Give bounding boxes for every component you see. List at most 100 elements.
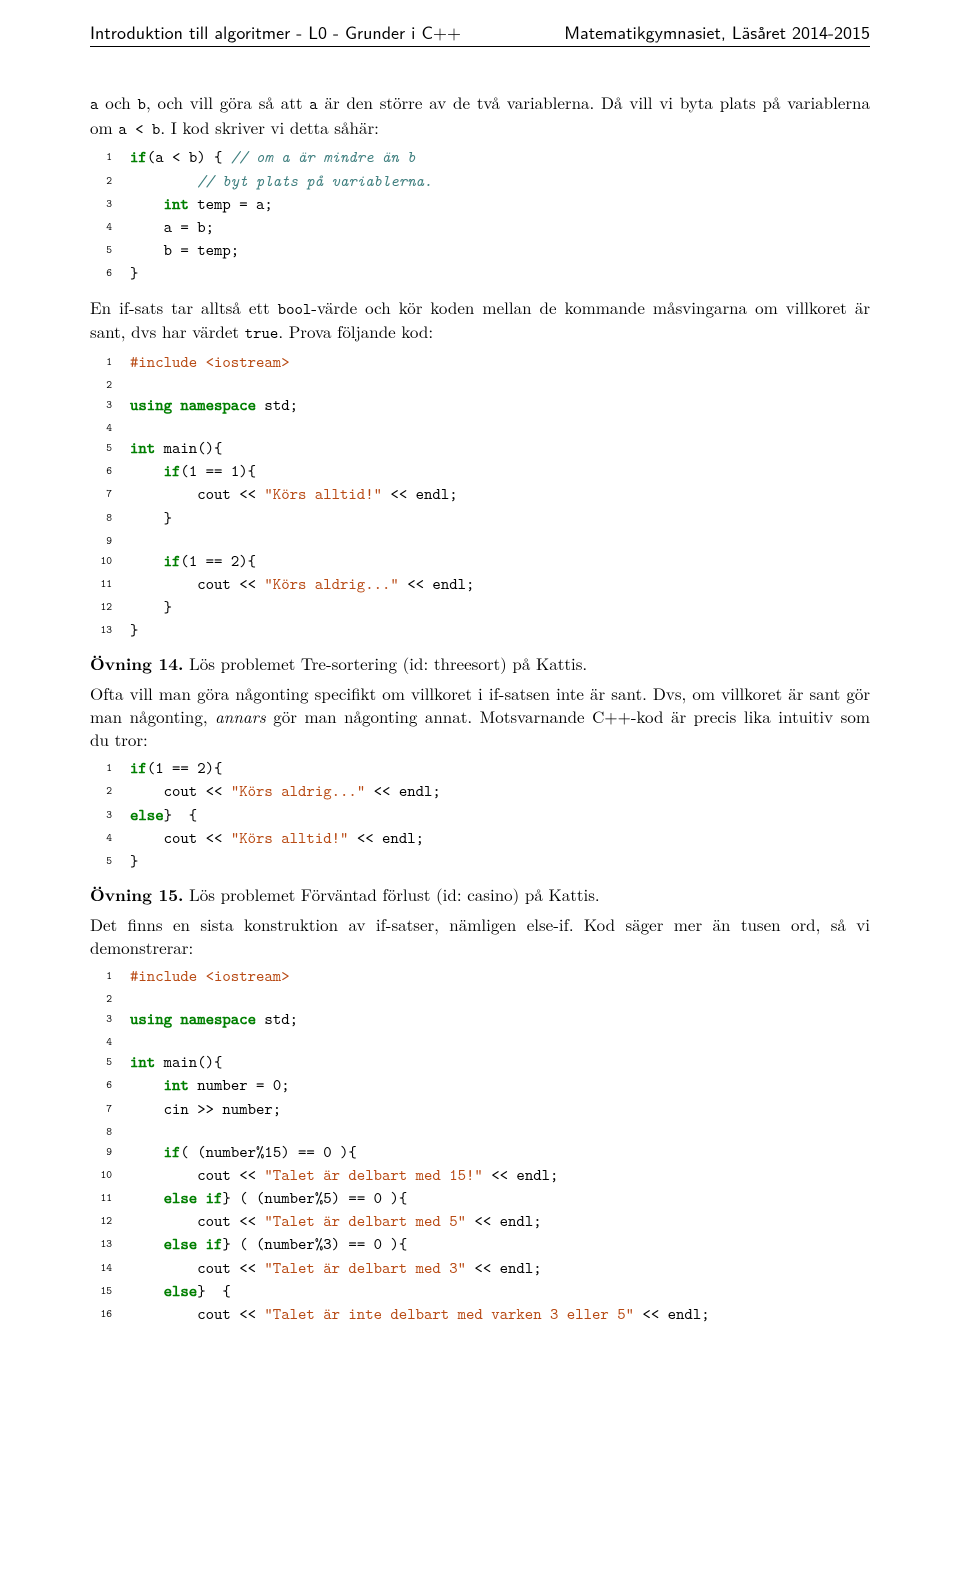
- code-line: 5int main(){: [90, 1051, 870, 1074]
- line-source: #include <iostream>: [130, 965, 870, 988]
- line-number: 2: [90, 780, 130, 803]
- line-number: 9: [90, 530, 130, 550]
- code-line: 8: [90, 1121, 870, 1141]
- line-source: int main(){: [130, 1051, 870, 1074]
- code-line: 3 int temp = a;: [90, 193, 870, 216]
- line-source: cout << "Talet är delbart med 5" << endl…: [130, 1210, 870, 1233]
- code-line: 4 cout << "Körs alltid!" << endl;: [90, 827, 870, 850]
- code-line: 7 cout << "Körs alltid!" << endl;: [90, 483, 870, 506]
- paragraph-else: Ofta vill man göra någonting specifikt o…: [90, 682, 870, 751]
- line-number: 6: [90, 262, 130, 285]
- line-source: }: [130, 507, 870, 530]
- line-number: 3: [90, 193, 130, 216]
- code-line: 6}: [90, 262, 870, 285]
- line-number: 3: [90, 394, 130, 417]
- line-number: 9: [90, 1141, 130, 1164]
- code-line: 9 if( (number%15) == 0 ){: [90, 1141, 870, 1164]
- line-source: int number = 0;: [130, 1074, 870, 1097]
- line-source: if(1 == 2){: [130, 550, 870, 573]
- line-number: 12: [90, 596, 130, 619]
- code-line: 4: [90, 1031, 870, 1051]
- emphasis-annars: annars: [215, 704, 266, 728]
- code-line: 3using namespace std;: [90, 394, 870, 417]
- line-source: cout << "Körs alltid!" << endl;: [130, 483, 870, 506]
- code-line: 4: [90, 417, 870, 437]
- code-line: 12 cout << "Talet är delbart med 5" << e…: [90, 1210, 870, 1233]
- header-left: Introduktion till algoritmer - L0 - Grun…: [90, 20, 461, 44]
- code-block-else: 1if(1 == 2){2 cout << "Körs aldrig..." <…: [90, 757, 870, 873]
- code-line: 1#include <iostream>: [90, 351, 870, 374]
- line-number: 12: [90, 1210, 130, 1233]
- line-source: [130, 374, 870, 394]
- code-line: 3using namespace std;: [90, 1008, 870, 1031]
- code-line: 2: [90, 988, 870, 1008]
- exercise-label: Övning 15.: [90, 883, 183, 907]
- code-line: 9: [90, 530, 870, 550]
- line-source: if(1 == 1){: [130, 460, 870, 483]
- line-source: cout << "Talet är delbart med 3" << endl…: [130, 1257, 870, 1280]
- line-number: 6: [90, 1074, 130, 1097]
- line-source: [130, 1031, 870, 1051]
- code-block-swap: 1if(a < b) { // om a är mindre än b2 // …: [90, 146, 870, 285]
- line-source: cout << "Körs aldrig..." << endl;: [130, 573, 870, 596]
- code-line: 2: [90, 374, 870, 394]
- line-source: cout << "Talet är delbart med 15!" << en…: [130, 1164, 870, 1187]
- code-line: 1if(1 == 2){: [90, 757, 870, 780]
- code-line: 6 if(1 == 1){: [90, 460, 870, 483]
- line-number: 16: [90, 1303, 130, 1326]
- line-number: 14: [90, 1257, 130, 1280]
- line-number: 13: [90, 619, 130, 642]
- line-source: else if} ( (number%3) == 0 ){: [130, 1233, 870, 1256]
- code-line: 5}: [90, 850, 870, 873]
- line-number: 4: [90, 216, 130, 239]
- page: Introduktion till algoritmer - L0 - Grun…: [0, 0, 960, 1376]
- code-block-elseif: 1#include <iostream>23using namespace st…: [90, 965, 870, 1326]
- line-source: else if} ( (number%5) == 0 ){: [130, 1187, 870, 1210]
- paragraph-elseif: Det finns en sista konstruktion av if-sa…: [90, 913, 870, 959]
- line-source: int main(){: [130, 437, 870, 460]
- line-number: 1: [90, 351, 130, 374]
- line-source: using namespace std;: [130, 1008, 870, 1031]
- line-source: if( (number%15) == 0 ){: [130, 1141, 870, 1164]
- code-line: 1if(a < b) { // om a är mindre än b: [90, 146, 870, 169]
- line-number: 5: [90, 850, 130, 873]
- exercise-15: Övning 15. Lös problemet Förväntad förlu…: [90, 883, 870, 907]
- line-number: 10: [90, 1164, 130, 1187]
- line-number: 1: [90, 146, 130, 169]
- code-line: 14 cout << "Talet är delbart med 3" << e…: [90, 1257, 870, 1280]
- line-number: 1: [90, 757, 130, 780]
- code-line: 13 else if} ( (number%3) == 0 ){: [90, 1233, 870, 1256]
- line-source: cout << "Talet är inte delbart med varke…: [130, 1303, 870, 1326]
- line-number: 3: [90, 804, 130, 827]
- line-number: 2: [90, 170, 130, 193]
- code-line: 10 cout << "Talet är delbart med 15!" <<…: [90, 1164, 870, 1187]
- line-source: else} {: [130, 1280, 870, 1303]
- code-line: 11 else if} ( (number%5) == 0 ){: [90, 1187, 870, 1210]
- header-right: Matematikgymnasiet, Läsåret 2014-2015: [564, 20, 870, 44]
- code-line: 15 else} {: [90, 1280, 870, 1303]
- code-line: 11 cout << "Körs aldrig..." << endl;: [90, 573, 870, 596]
- line-number: 1: [90, 965, 130, 988]
- line-number: 5: [90, 239, 130, 262]
- line-source: if(1 == 2){: [130, 757, 870, 780]
- line-source: else} {: [130, 804, 870, 827]
- line-number: 7: [90, 1098, 130, 1121]
- code-line: 5 b = temp;: [90, 239, 870, 262]
- exercise-14: Övning 14. Lös problemet Tre-sortering (…: [90, 652, 870, 676]
- code-inline-cond: a < b: [118, 119, 160, 140]
- line-source: }: [130, 850, 870, 873]
- code-line: 2 cout << "Körs aldrig..." << endl;: [90, 780, 870, 803]
- line-number: 8: [90, 1121, 130, 1141]
- code-line: 13}: [90, 619, 870, 642]
- line-source: [130, 1121, 870, 1141]
- line-number: 5: [90, 437, 130, 460]
- paragraph-intro: a och b, och vill göra så att a är den s…: [90, 91, 870, 140]
- line-source: #include <iostream>: [130, 351, 870, 374]
- line-source: int temp = a;: [130, 193, 870, 216]
- line-number: 15: [90, 1280, 130, 1303]
- line-number: 7: [90, 483, 130, 506]
- code-block-iostream1: 1#include <iostream>23using namespace st…: [90, 351, 870, 643]
- line-number: 3: [90, 1008, 130, 1031]
- code-line: 1#include <iostream>: [90, 965, 870, 988]
- line-number: 4: [90, 827, 130, 850]
